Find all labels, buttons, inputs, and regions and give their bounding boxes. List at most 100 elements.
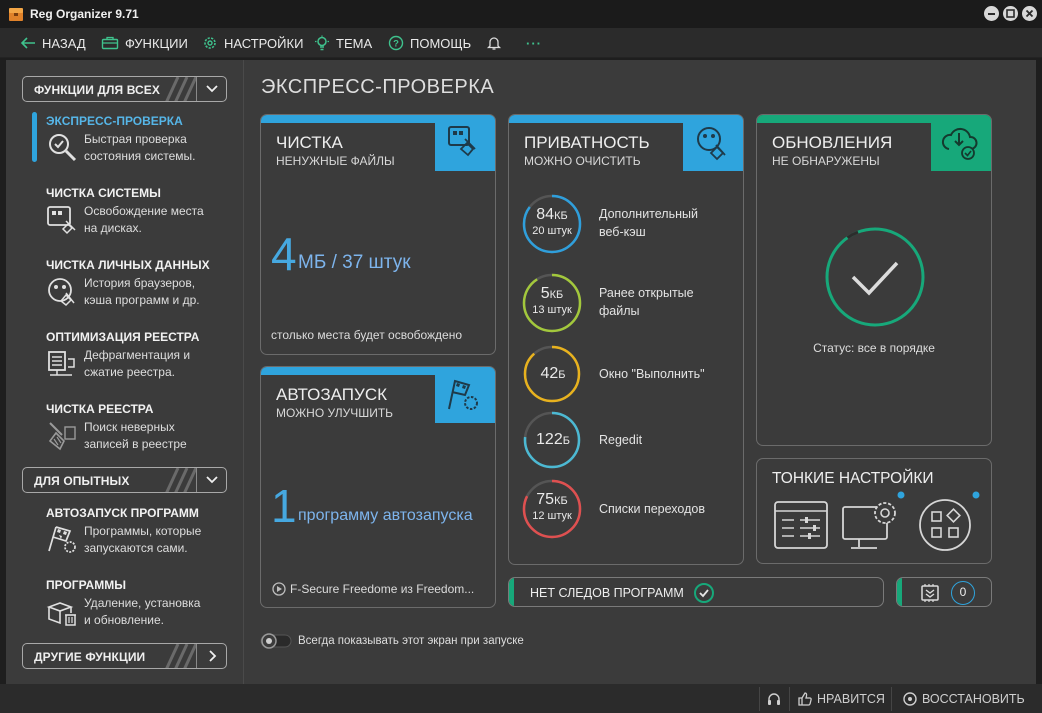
sidebar-item-registry-optimization[interactable]: ОПТИМИЗАЦИЯ РЕЕСТРА Дефрагментация и сжат… [46, 330, 236, 390]
chevron-right-icon [196, 644, 217, 668]
privacy-item-recent-files[interactable]: 5КБ 13 штук Ранее открытые файлы [521, 272, 741, 338]
settings-button[interactable]: НАСТРОЙКИ [202, 34, 303, 52]
privacy-badge [683, 115, 743, 171]
apps-grid-icon[interactable] [917, 497, 973, 553]
status-ok-icon [825, 227, 925, 327]
toolbar: НАЗАД ФУНКЦИИ НАСТРОЙКИ ТЕМА ? ПОМОЩЬ ··… [0, 28, 1042, 58]
bell-icon [486, 37, 502, 50]
sidebar-item-programs[interactable]: ПРОГРАММЫ Удаление, установка и обновлени… [46, 578, 236, 638]
toggle-switch[interactable] [260, 632, 294, 650]
notifications-button[interactable] [486, 34, 508, 52]
support-button[interactable] [766, 689, 782, 709]
show-on-start-row[interactable]: Всегда показывать этот экран при запуске [260, 632, 524, 650]
settings-label: НАСТРОЙКИ [224, 35, 304, 51]
privacy-item-regedit[interactable]: 122Б Regedit [521, 411, 741, 477]
sidebar-item-registry-cleanup[interactable]: ЧИСТКА РЕЕСТРА Поиск неверных записей в р… [46, 402, 236, 462]
window-sliders-icon[interactable] [773, 499, 829, 551]
privacy-value: 84КБ [536, 206, 568, 223]
main-panel: ФУНКЦИИ ДЛЯ ВСЕХ ЭКСПРЕСС-ПРОВЕРКА Быстр… [6, 60, 1036, 684]
updates-card[interactable]: ОБНОВЛЕНИЯ НЕ ОБНАРУЖЕНЫ Статус: все в п… [756, 114, 992, 446]
sidebar-item-private-data[interactable]: ЧИСТКА ЛИЧНЫХ ДАННЫХ История браузеров, к… [46, 258, 236, 318]
theme-button[interactable]: ТЕМА [314, 34, 372, 52]
back-button[interactable]: НАЗАД [20, 34, 86, 52]
check-circle-icon [694, 583, 714, 603]
stripes-decoration-icon [165, 77, 196, 101]
updates-subtitle: НЕ ОБНАРУЖЕНЫ [772, 154, 880, 168]
close-button[interactable] [1022, 6, 1037, 21]
maximize-icon [1006, 9, 1015, 18]
privacy-count: 13 штук [532, 304, 572, 316]
autorun-card[interactable]: АВТОЗАПУСК МОЖНО УЛУЧШИТЬ 1 программу ав… [260, 366, 496, 608]
privacy-value: 122Б [536, 431, 570, 448]
chip-download-icon [921, 584, 939, 602]
sidebar-item-desc: Программы, которые запускаются сами. [84, 524, 202, 555]
sidebar-item-title: АВТОЗАПУСК ПРОГРАММ [46, 506, 199, 520]
arrow-left-icon [20, 37, 35, 49]
magnifier-check-icon [49, 134, 77, 162]
privacy-value: 5КБ [540, 285, 564, 302]
restore-button[interactable]: ВОССТАНОВИТЬ [902, 689, 1025, 709]
restore-icon [903, 692, 917, 706]
stripes-decoration-icon [165, 468, 196, 492]
cleaning-note: столько места будет освобождено [271, 328, 463, 342]
fine-tuning-card[interactable]: ТОНКИЕ НАСТРОЙКИ [756, 458, 992, 564]
minimize-button[interactable] [984, 6, 999, 21]
privacy-label: Regedit [599, 433, 643, 447]
lightbulb-icon [315, 35, 329, 51]
chevron-down-icon [196, 468, 218, 492]
active-indicator [32, 112, 37, 162]
sidebar-item-title: ЧИСТКА СИСТЕМЫ [46, 186, 161, 200]
sidebar-item-autorun[interactable]: АВТОЗАПУСК ПРОГРАММ Программы, которые за… [46, 506, 236, 566]
monitor-gear-icon[interactable] [841, 497, 903, 553]
privacy-item-jump-lists[interactable]: 75КБ 12 штук Списки переходов [521, 478, 741, 544]
group-advanced-button[interactable]: ДЛЯ ОПЫТНЫХ [22, 467, 227, 493]
cleaning-badge [435, 115, 495, 171]
privacy-value: 42Б [540, 365, 566, 382]
privacy-value: 75КБ [536, 491, 568, 508]
group-other-functions-label: ДРУГИЕ ФУНКЦИИ [34, 650, 146, 664]
autorun-title: АВТОЗАПУСК [276, 385, 387, 404]
autorun-note: F-Secure Freedome из Freedom... [290, 582, 475, 596]
undo-counter-badge: 0 [951, 581, 975, 605]
like-button[interactable]: НРАВИТСЯ [797, 689, 885, 709]
registry-optimize-icon [48, 351, 75, 376]
undo-history-button[interactable]: 0 [896, 577, 992, 607]
registry-broom-icon [48, 422, 76, 451]
privacy-item-run-dialog[interactable]: 42Б Окно "Выполнить" [521, 345, 741, 411]
svg-text:?: ? [393, 39, 399, 50]
new-indicator-dot [897, 491, 905, 499]
progress-ring [522, 273, 582, 333]
cleaning-subtitle: НЕНУЖНЫЕ ФАЙЛЫ [276, 154, 395, 168]
updates-status: Статус: все в порядке [813, 341, 935, 355]
privacy-label: Ранее открытые файлы [599, 286, 694, 318]
box-trash-icon [46, 602, 76, 626]
no-traces-button[interactable]: НЕТ СЛЕДОВ ПРОГРАММ [508, 577, 884, 607]
app-logo-icon [9, 8, 23, 21]
cleaning-card[interactable]: ЧИСТКА НЕНУЖНЫЕ ФАЙЛЫ 4 МБ / 37 штук сто… [260, 114, 496, 355]
help-button[interactable]: ? ПОМОЩЬ [388, 34, 471, 52]
functions-label: ФУНКЦИИ [125, 35, 188, 51]
help-icon: ? [388, 35, 404, 51]
title-bar: Reg Organizer 9.71 [0, 0, 1042, 28]
functions-button[interactable]: ФУНКЦИИ [101, 34, 188, 52]
group-advanced-label: ДЛЯ ОПЫТНЫХ [34, 474, 130, 488]
maximize-button[interactable] [1003, 6, 1018, 21]
no-traces-label: НЕТ СЛЕДОВ ПРОГРАММ [530, 586, 684, 600]
privacy-item-web-cache[interactable]: 84КБ 20 штук Дополнительный веб-кэш [521, 193, 741, 259]
group-other-functions-button[interactable]: ДРУГИЕ ФУНКЦИИ [22, 643, 227, 669]
sidebar-item-system-cleanup[interactable]: ЧИСТКА СИСТЕМЫ Освобождение места на диск… [46, 186, 236, 246]
back-label: НАЗАД [42, 35, 86, 51]
status-bar: НРАВИТСЯ ВОССТАНОВИТЬ [0, 684, 1042, 713]
group-for-everyone-button[interactable]: ФУНКЦИИ ДЛЯ ВСЕХ [22, 76, 227, 102]
autorun-item-icon [272, 582, 286, 596]
sidebar-item-title: ЭКСПРЕСС-ПРОВЕРКА [46, 114, 183, 128]
sidebar: ФУНКЦИИ ДЛЯ ВСЕХ ЭКСПРЕСС-ПРОВЕРКА Быстр… [6, 60, 244, 684]
autorun-badge [435, 367, 495, 423]
privacy-label: Дополнительный веб-кэш [599, 207, 698, 239]
updates-badge [931, 115, 991, 171]
sidebar-item-desc: Дефрагментация и сжатие реестра. [84, 348, 191, 379]
privacy-title: ПРИВАТНОСТЬ [524, 133, 650, 152]
sidebar-item-express-check[interactable]: ЭКСПРЕСС-ПРОВЕРКА Быстрая проверка состоя… [46, 114, 236, 174]
privacy-card[interactable]: ПРИВАТНОСТЬ МОЖНО ОЧИСТИТЬ 84КБ 20 штук … [508, 114, 744, 565]
more-button[interactable]: ··· [526, 34, 542, 52]
